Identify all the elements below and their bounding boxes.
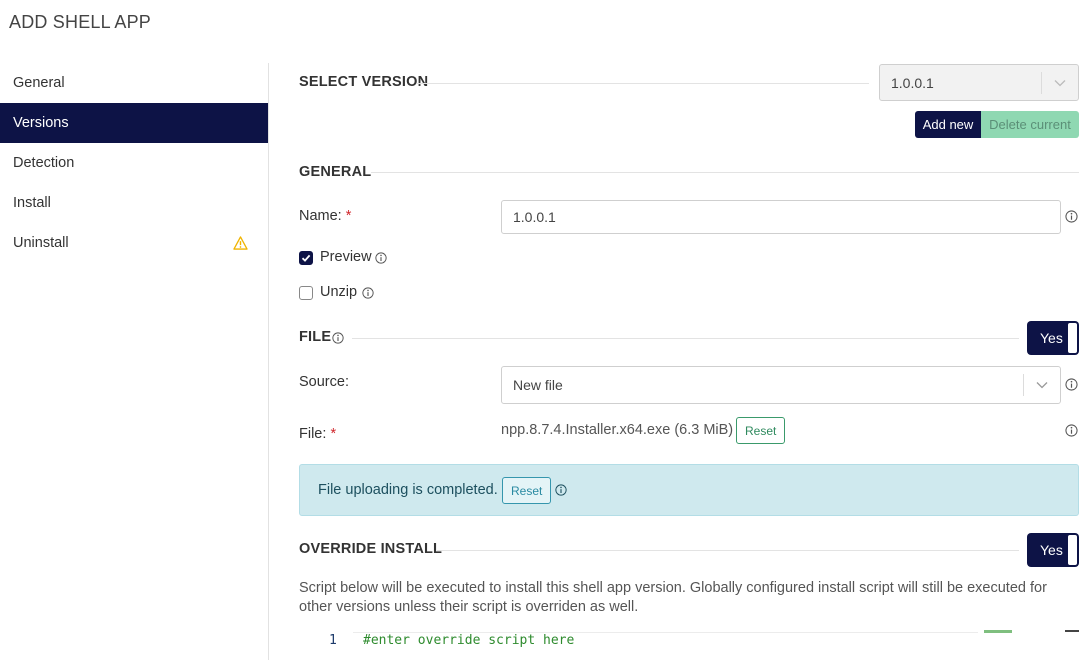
override-install-description: Script below will be executed to install… <box>299 580 1047 615</box>
unzip-label: Unzip <box>320 284 358 300</box>
chevron-down-icon <box>1042 65 1078 100</box>
file-label: File: * <box>299 426 336 442</box>
file-name: npp.8.7.4.Installer.x64.exe (6.3 MiB) <box>501 422 734 438</box>
section-heading-general: GENERAL <box>299 164 371 180</box>
file-reset-button[interactable]: Reset <box>736 417 786 444</box>
delete-current-version-button[interactable]: Delete current <box>981 111 1079 138</box>
name-label-text: Name: <box>299 208 342 224</box>
sidebar: General Versions Detection Install Unins… <box>0 63 268 263</box>
warning-triangle-icon <box>233 236 248 250</box>
page-title: ADD SHELL APP <box>9 12 151 32</box>
toggle-label: Yes <box>1040 542 1063 558</box>
sidebar-divider <box>268 63 269 660</box>
info-icon <box>555 484 567 496</box>
name-field[interactable]: 1.0.0.1 <box>501 200 1061 234</box>
info-icon <box>362 287 374 299</box>
info-icon <box>1065 210 1078 223</box>
info-icon <box>332 332 344 344</box>
section-divider <box>437 550 1019 551</box>
required-mark: * <box>330 426 337 442</box>
required-mark: * <box>345 208 352 224</box>
section-heading-label: OVERRIDE INSTALL <box>299 541 443 557</box>
section-heading-label: SELECT VERSION <box>299 74 429 90</box>
file-label-text: File: <box>299 426 327 442</box>
version-select-value: 1.0.0.1 <box>891 74 934 91</box>
section-heading-override-install: OVERRIDE INSTALL <box>299 541 442 557</box>
toggle-knob <box>1068 535 1077 565</box>
source-select[interactable]: New file <box>501 366 1061 404</box>
sidebar-item-label: General <box>13 75 65 91</box>
section-divider <box>352 338 1019 339</box>
name-label: Name: * <box>299 208 351 224</box>
toggle-label: Yes <box>1040 330 1063 346</box>
name-field-value: 1.0.0.1 <box>513 209 556 225</box>
sidebar-item-label: Install <box>13 195 51 211</box>
upload-message: File uploading is completed. <box>318 482 498 498</box>
info-icon <box>375 252 387 264</box>
code-scrollbar[interactable] <box>1065 630 1079 632</box>
add-new-version-button[interactable]: Add new <box>915 111 981 138</box>
chevron-down-icon <box>1024 367 1060 403</box>
section-heading-select-version: SELECT VERSION <box>299 74 428 90</box>
section-heading-file: FILE <box>299 329 331 345</box>
toggle-knob <box>1068 323 1077 353</box>
version-select[interactable]: 1.0.0.1 <box>879 64 1079 101</box>
sidebar-item-label: Versions <box>13 115 69 131</box>
main-content: SELECT VERSION 1.0.0.1 Add new Delete cu… <box>299 0 1079 660</box>
unzip-checkbox[interactable] <box>299 286 313 300</box>
section-divider <box>417 83 869 84</box>
upload-complete-alert: File uploading is completed. Reset <box>299 464 1079 516</box>
code-editor[interactable]: 1 #enter override script here <box>299 630 1079 660</box>
info-icon <box>1065 378 1078 391</box>
line-number: 1 <box>329 633 337 648</box>
sidebar-item-detection[interactable]: Detection <box>0 143 268 183</box>
section-heading-label: FILE <box>299 329 332 345</box>
sidebar-item-label: Detection <box>13 155 75 171</box>
code-minimap[interactable] <box>984 630 1012 633</box>
preview-checkbox[interactable] <box>299 251 313 265</box>
preview-label: Preview <box>320 249 372 265</box>
sidebar-item-uninstall[interactable]: Uninstall <box>0 223 268 263</box>
sidebar-item-label: Uninstall <box>13 235 69 251</box>
override-install-toggle[interactable]: Yes <box>1027 533 1079 567</box>
upload-reset-button[interactable]: Reset <box>502 477 552 504</box>
source-label: Source: <box>299 374 349 390</box>
sidebar-item-versions[interactable]: Versions <box>0 103 268 143</box>
check-icon <box>301 254 311 262</box>
source-select-value: New file <box>513 377 563 393</box>
info-icon <box>1065 424 1078 437</box>
section-heading-label: GENERAL <box>299 164 372 180</box>
file-toggle[interactable]: Yes <box>1027 321 1079 355</box>
sidebar-item-general[interactable]: General <box>0 63 268 103</box>
section-divider <box>371 172 1079 173</box>
code-line[interactable]: #enter override script here <box>363 633 574 648</box>
sidebar-item-install[interactable]: Install <box>0 183 268 223</box>
